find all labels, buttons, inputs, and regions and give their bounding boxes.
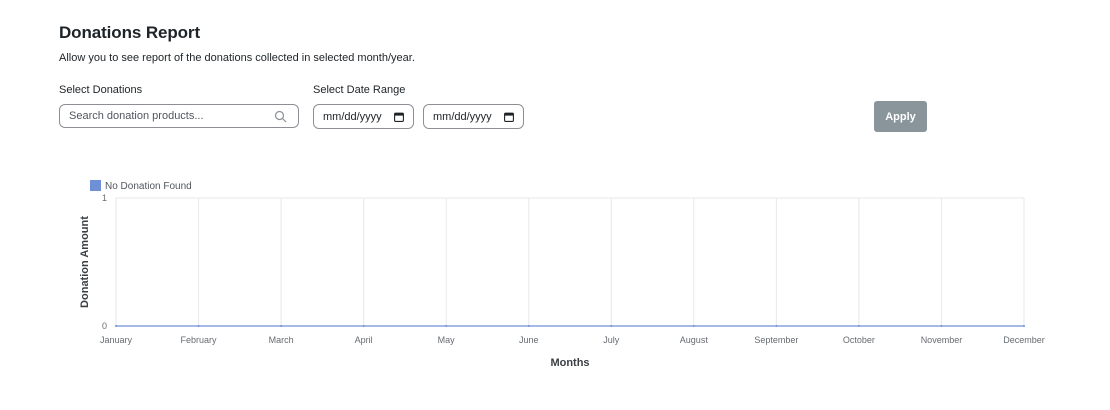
x-tick-label: February <box>181 335 218 345</box>
data-point[interactable] <box>940 325 943 327</box>
x-tick-label: October <box>843 335 875 345</box>
x-tick-label: January <box>100 335 133 345</box>
x-tick-label: August <box>680 335 709 345</box>
x-tick-label: September <box>754 335 798 345</box>
legend-swatch[interactable] <box>90 180 101 191</box>
x-tick-label: March <box>269 335 294 345</box>
data-point[interactable] <box>197 325 200 327</box>
y-axis-title: Donation Amount <box>79 216 91 308</box>
chart-series <box>115 325 1025 327</box>
x-tick-label: December <box>1003 335 1045 345</box>
donations-report-page: Donations Report Allow you to see report… <box>0 0 1110 410</box>
x-tick-label: July <box>603 335 620 345</box>
data-point[interactable] <box>280 325 283 327</box>
data-point[interactable] <box>362 325 365 327</box>
x-tick-label: April <box>355 335 373 345</box>
x-tick-label: November <box>921 335 963 345</box>
x-tick-label: May <box>438 335 456 345</box>
y-tick-label: 1 <box>102 193 107 203</box>
data-point[interactable] <box>527 325 530 327</box>
data-point[interactable] <box>610 325 613 327</box>
chart-ticks: January February March April May June July Augu… <box>100 193 1045 345</box>
data-point[interactable] <box>115 325 117 327</box>
x-tick-label: June <box>519 335 539 345</box>
data-point[interactable] <box>857 325 860 327</box>
donations-chart: January February March April May June July Augu… <box>79 180 1045 369</box>
legend-label[interactable]: No Donation Found <box>105 181 192 192</box>
data-point[interactable] <box>692 325 695 327</box>
data-point[interactable] <box>445 325 448 327</box>
data-point[interactable] <box>1023 325 1025 327</box>
chart-grid <box>115 197 1025 327</box>
x-axis-title: Months <box>550 357 589 369</box>
y-tick-label: 0 <box>102 321 107 331</box>
data-point[interactable] <box>775 325 778 327</box>
